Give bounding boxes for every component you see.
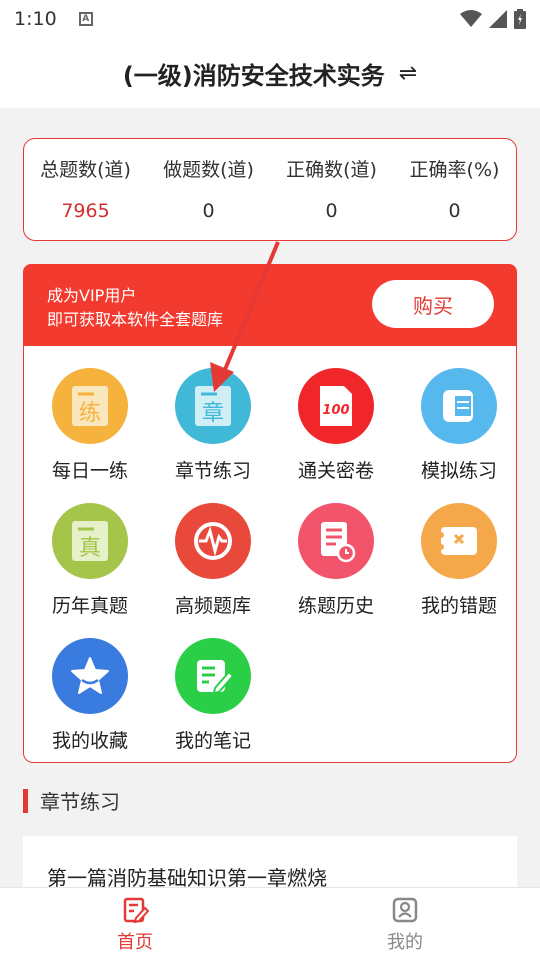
feature-label: 每日一练 — [51, 460, 128, 482]
feature-label: 通关密卷 — [297, 460, 374, 482]
feature-favorites[interactable]: 我的收藏 — [35, 638, 145, 758]
high-frequency-icon — [175, 503, 251, 579]
tab-label: 首页 — [117, 932, 153, 953]
vip-line2: 即可获取本软件全套题库 — [47, 310, 224, 329]
practice-history-icon — [298, 503, 374, 579]
feature-label: 练题历史 — [297, 595, 374, 617]
stat-label: 正确率(%) — [409, 159, 500, 181]
notes-icon — [175, 638, 251, 714]
feature-secret-paper[interactable]: 100 通关密卷 — [281, 368, 391, 488]
stat-correct: 正确数(道) 0 — [270, 139, 393, 240]
daily-practice-icon: 练 — [52, 368, 128, 444]
section-header: 章节练习 — [23, 786, 120, 815]
stat-label: 正确数(道) — [286, 159, 377, 181]
profile-icon — [392, 897, 418, 923]
svg-text:章: 章 — [202, 401, 224, 426]
feature-label: 模拟练习 — [420, 460, 497, 482]
home-icon — [123, 897, 149, 924]
vip-line1: 成为VIP用户 — [47, 286, 137, 305]
wrong-questions-icon — [421, 503, 497, 579]
section-title: 章节练习 — [40, 790, 120, 814]
chapter-practice-icon: 章 — [175, 368, 251, 444]
section-bar — [23, 788, 28, 813]
feature-past-exams[interactable]: 真 历年真题 — [35, 503, 145, 623]
buy-button[interactable]: 购买 — [372, 280, 494, 328]
feature-label: 历年真题 — [51, 595, 128, 617]
stat-label: 做题数(道) — [163, 159, 254, 181]
svg-text:练: 练 — [79, 401, 101, 426]
stat-value: 0 — [202, 200, 215, 222]
feature-label: 我的错题 — [420, 595, 497, 617]
battery-icon — [514, 9, 526, 29]
tab-home[interactable]: 首页 — [0, 888, 270, 960]
app-header: (一级)消防安全技术实务 ⇌ — [0, 38, 540, 108]
feature-label: 高频题库 — [174, 595, 251, 617]
svg-text:100: 100 — [322, 403, 349, 418]
stat-label: 总题数(道) — [40, 159, 131, 181]
feature-label: 我的笔记 — [174, 730, 251, 752]
feature-label: 章节练习 — [174, 460, 251, 482]
feature-notes[interactable]: 我的笔记 — [158, 638, 268, 758]
a-icon: A — [78, 12, 93, 26]
stat-accuracy: 正确率(%) 0 — [393, 139, 516, 240]
feature-grid: 练 每日一练 章 章节练习 100 通关密卷 模拟练习 真 历年真题 高频题库 — [23, 346, 517, 763]
stat-value: 7965 — [61, 200, 110, 222]
secret-paper-icon: 100 — [298, 368, 374, 444]
bottom-tabbar: 首页 我的 — [0, 887, 540, 960]
status-bar: 1:10 A — [0, 0, 540, 38]
feature-chapter-practice[interactable]: 章 章节练习 — [158, 368, 268, 488]
feature-mock-exam[interactable]: 模拟练习 — [404, 368, 514, 488]
tab-label: 我的 — [387, 932, 423, 953]
feature-wrong-questions[interactable]: 我的错题 — [404, 503, 514, 623]
wifi-icon — [460, 10, 482, 27]
switch-subject-icon[interactable]: ⇌ — [399, 61, 417, 86]
mock-exam-icon — [421, 368, 497, 444]
stat-value: 0 — [448, 200, 461, 222]
past-exams-icon: 真 — [52, 503, 128, 579]
svg-text:真: 真 — [79, 536, 101, 561]
feature-daily-practice[interactable]: 练 每日一练 — [35, 368, 145, 488]
feature-label: 我的收藏 — [51, 730, 128, 752]
signal-icon — [489, 10, 507, 28]
stats-card: 总题数(道) 7965 做题数(道) 0 正确数(道) 0 正确率(%) 0 — [23, 138, 517, 241]
favorites-icon — [52, 638, 128, 714]
stat-value: 0 — [325, 200, 338, 222]
feature-high-frequency[interactable]: 高频题库 — [158, 503, 268, 623]
vip-banner: 成为VIP用户 即可获取本软件全套题库 购买 — [23, 264, 517, 348]
stat-total: 总题数(道) 7965 — [24, 139, 147, 240]
status-time: 1:10 — [14, 8, 57, 30]
page-title: (一级)消防安全技术实务 — [122, 61, 385, 90]
feature-practice-history[interactable]: 练题历史 — [281, 503, 391, 623]
tab-profile[interactable]: 我的 — [270, 888, 540, 960]
stat-done: 做题数(道) 0 — [147, 139, 270, 240]
